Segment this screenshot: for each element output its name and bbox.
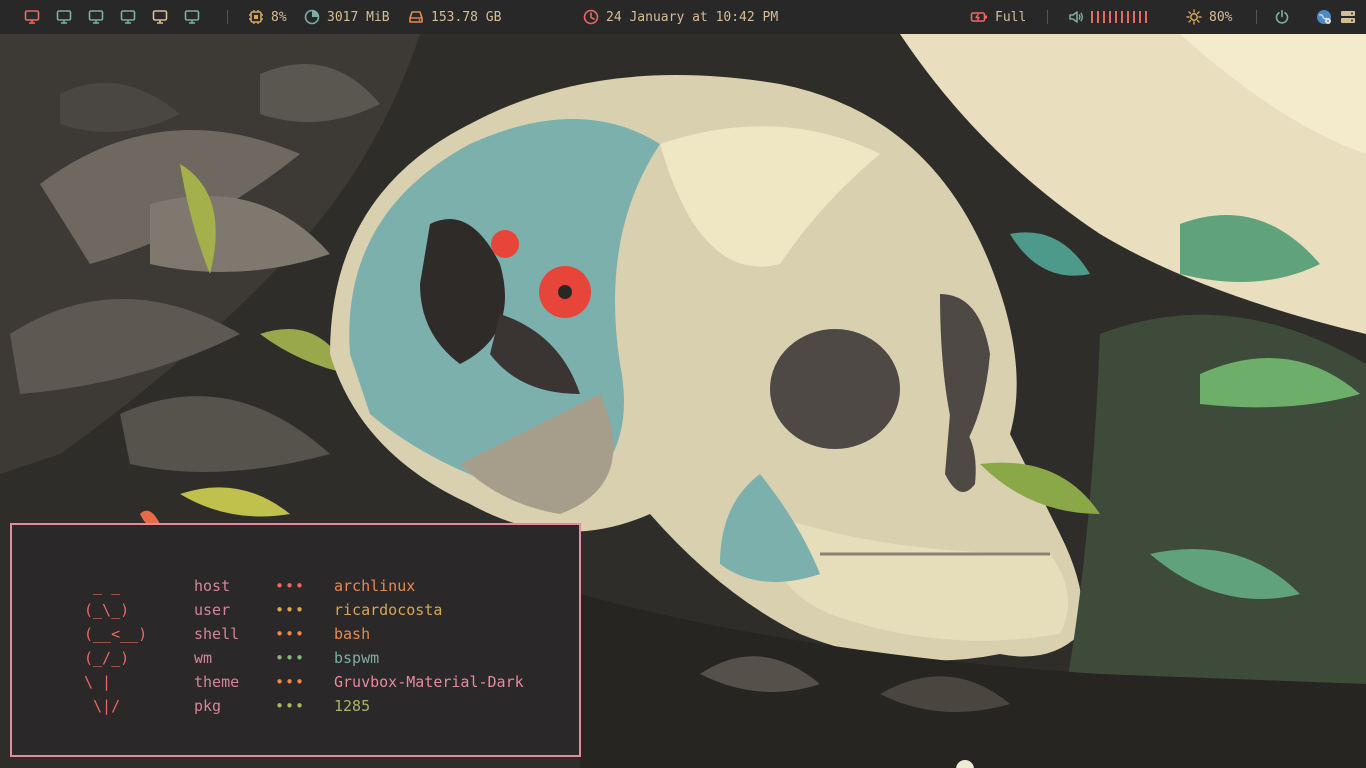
disk-usage-value: 153.78 GB [431,9,502,25]
memory-module[interactable]: 3017 MiB [304,0,390,34]
memory-pie-icon [304,9,320,25]
info-value: bspwm [334,649,380,667]
hard-drive-icon [408,9,424,25]
info-key: user [194,601,231,619]
brightness-module[interactable]: 80% [1186,0,1232,34]
speaker-icon [1068,9,1084,25]
volume-bar [1145,11,1147,23]
info-value: ricardocosta [334,601,443,619]
clock-icon [583,9,599,25]
info-value: archlinux [334,577,416,595]
volume-bar [1139,11,1141,23]
info-key: wm [194,649,213,667]
info-separator-dots: ••• [275,577,306,595]
workspace-3-monitor-icon[interactable] [88,9,104,25]
volume-module[interactable] [1068,0,1147,34]
volume-bar [1103,11,1105,23]
cpu-module[interactable]: 8% [248,0,287,34]
info-separator-dots: ••• [275,625,306,643]
info-separator-dots: ••• [275,673,306,691]
battery-status-text: Full [995,9,1027,25]
info-separator-dots: ••• [275,601,306,619]
volume-bar [1127,11,1129,23]
battery-charging-icon [970,9,988,25]
info-separator-dots: ••• [275,697,306,715]
network-globe-icon[interactable] [1316,9,1332,25]
power-icon [1274,9,1290,25]
clock-module[interactable]: 24 January at 10:42 PM [583,0,778,34]
separator [1047,10,1048,24]
server-icon[interactable] [1340,9,1356,25]
volume-bar [1109,11,1111,23]
volume-bar [1091,11,1093,23]
sun-icon [1186,9,1202,25]
info-key: shell [194,625,240,643]
volume-bar [1115,11,1117,23]
info-key: theme [194,673,240,691]
volume-bar [1121,11,1123,23]
brightness-value: 80% [1209,9,1233,25]
workspace-6-monitor-icon[interactable] [184,9,200,25]
volume-bar [1133,11,1135,23]
date-time-text: 24 January at 10:42 PM [606,9,779,25]
separator [1256,10,1257,24]
info-value: 1285 [334,697,371,715]
ascii-logo: _ _ (_\_) (__<__) (_/_) \ | \|/ [84,577,148,715]
battery-module[interactable]: Full [970,0,1026,34]
workspace-5-monitor-icon[interactable] [152,9,168,25]
power-button[interactable] [1274,0,1290,34]
info-value: Gruvbox-Material-Dark [334,673,524,691]
cpu-usage-value: 8% [271,9,287,25]
disk-module[interactable]: 153.78 GB [408,0,501,34]
info-key: host [194,577,231,595]
memory-usage-value: 3017 MiB [327,9,390,25]
terminal-window[interactable]: _ _ (_\_) (__<__) (_/_) \ | \|/ host ••• a… [10,523,581,757]
workspace-1-monitor-icon[interactable] [24,9,40,25]
info-value: bash [334,625,371,643]
workspace-4-monitor-icon[interactable] [120,9,136,25]
cpu-icon [248,9,264,25]
top-status-bar: 8% 3017 MiB 153.78 GB 24 January at 10:4… [0,0,1366,34]
info-separator-dots: ••• [275,649,306,667]
volume-level-bars[interactable] [1091,11,1147,23]
workspace-2-monitor-icon[interactable] [56,9,72,25]
separator [227,10,228,24]
info-key: pkg [194,697,222,715]
volume-bar [1097,11,1099,23]
system-tray [1316,0,1356,34]
